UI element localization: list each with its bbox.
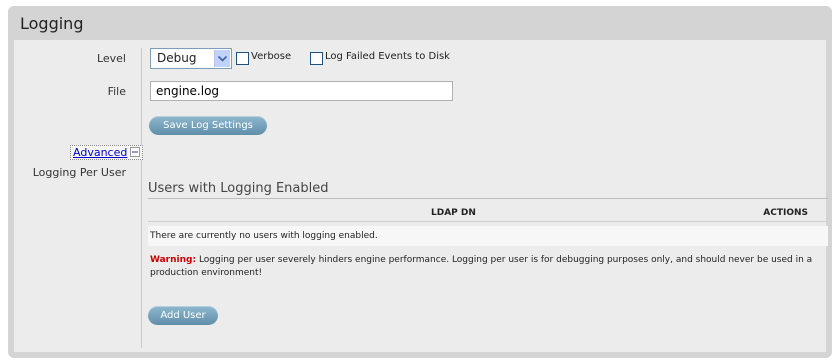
column-actions: ACTIONS xyxy=(763,208,808,218)
advanced-label[interactable]: Advanced xyxy=(73,146,127,159)
save-log-settings-button[interactable]: Save Log Settings xyxy=(149,116,267,135)
collapse-icon[interactable] xyxy=(130,147,141,157)
column-divider xyxy=(141,48,142,348)
users-section-title: Users with Logging Enabled xyxy=(148,181,329,196)
add-user-button[interactable]: Add User xyxy=(148,306,218,325)
file-input[interactable] xyxy=(150,81,453,101)
logging-panel: Logging Level Debug Verbose Log Failed E… xyxy=(8,6,832,358)
empty-table-message: There are currently no users with loggin… xyxy=(148,226,828,246)
log-failed-events-label: Log Failed Events to Disk xyxy=(325,51,450,62)
level-value: Debug xyxy=(157,51,197,65)
panel-title: Logging xyxy=(20,14,84,33)
level-select[interactable]: Debug xyxy=(150,48,232,69)
logging-per-user-label: Logging Per User xyxy=(32,166,126,179)
advanced-toggle[interactable]: Advanced xyxy=(70,145,144,160)
warning-message: Warning: Logging per user severely hinde… xyxy=(150,254,826,280)
chevron-down-icon[interactable] xyxy=(214,50,230,67)
section-divider xyxy=(148,198,828,199)
log-failed-events-checkbox[interactable] xyxy=(310,52,323,65)
panel-body: Level Debug Verbose Log Failed Events to… xyxy=(14,40,828,352)
warning-label: Warning: xyxy=(150,255,197,265)
file-label: File xyxy=(107,85,126,98)
verbose-label: Verbose xyxy=(251,51,292,62)
users-table-header: LDAP DN ACTIONS xyxy=(148,206,828,222)
level-label: Level xyxy=(96,52,126,65)
column-ldap-dn[interactable]: LDAP DN xyxy=(431,208,476,218)
warning-text: Logging per user severely hinders engine… xyxy=(150,255,813,278)
verbose-checkbox[interactable] xyxy=(236,52,249,65)
